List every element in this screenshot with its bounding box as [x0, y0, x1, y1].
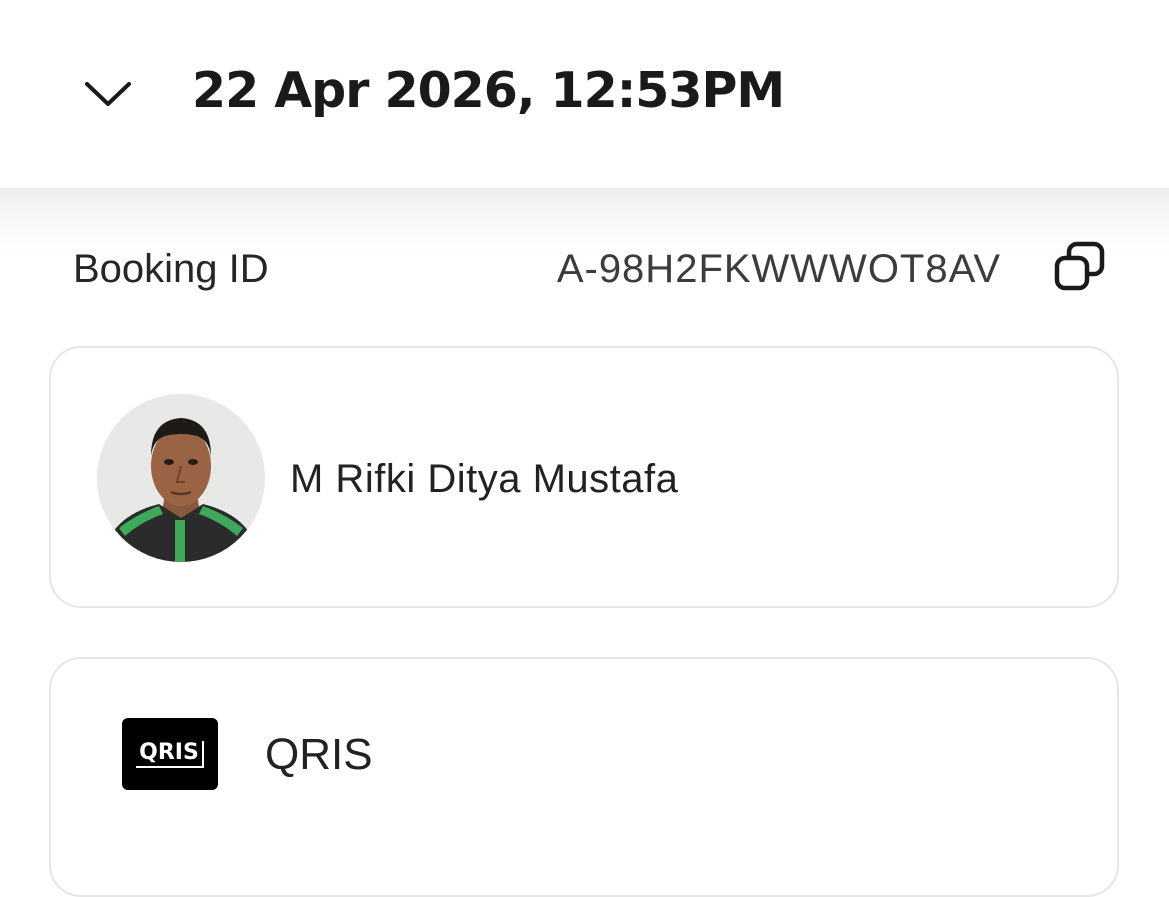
copy-icon[interactable]: [1052, 240, 1108, 296]
avatar: [97, 394, 265, 562]
booking-id-label: Booking ID: [73, 247, 269, 291]
payment-method-name: QRIS: [265, 730, 373, 779]
header-bar: 22 Apr 2026, 12:53PM: [0, 0, 1169, 188]
driver-card[interactable]: M Rifki Ditya Mustafa: [49, 346, 1119, 608]
payment-method-card[interactable]: QRIS QRIS: [49, 657, 1119, 897]
booking-id-value: A-98H2FKWWWOT8AV: [556, 247, 1001, 291]
chevron-down-icon[interactable]: [82, 74, 134, 114]
qris-logo: QRIS: [122, 718, 218, 790]
driver-name: M Rifki Ditya Mustafa: [290, 457, 679, 501]
page-title: 22 Apr 2026, 12:53PM: [192, 62, 785, 119]
qris-logo-text: QRIS: [136, 740, 204, 768]
